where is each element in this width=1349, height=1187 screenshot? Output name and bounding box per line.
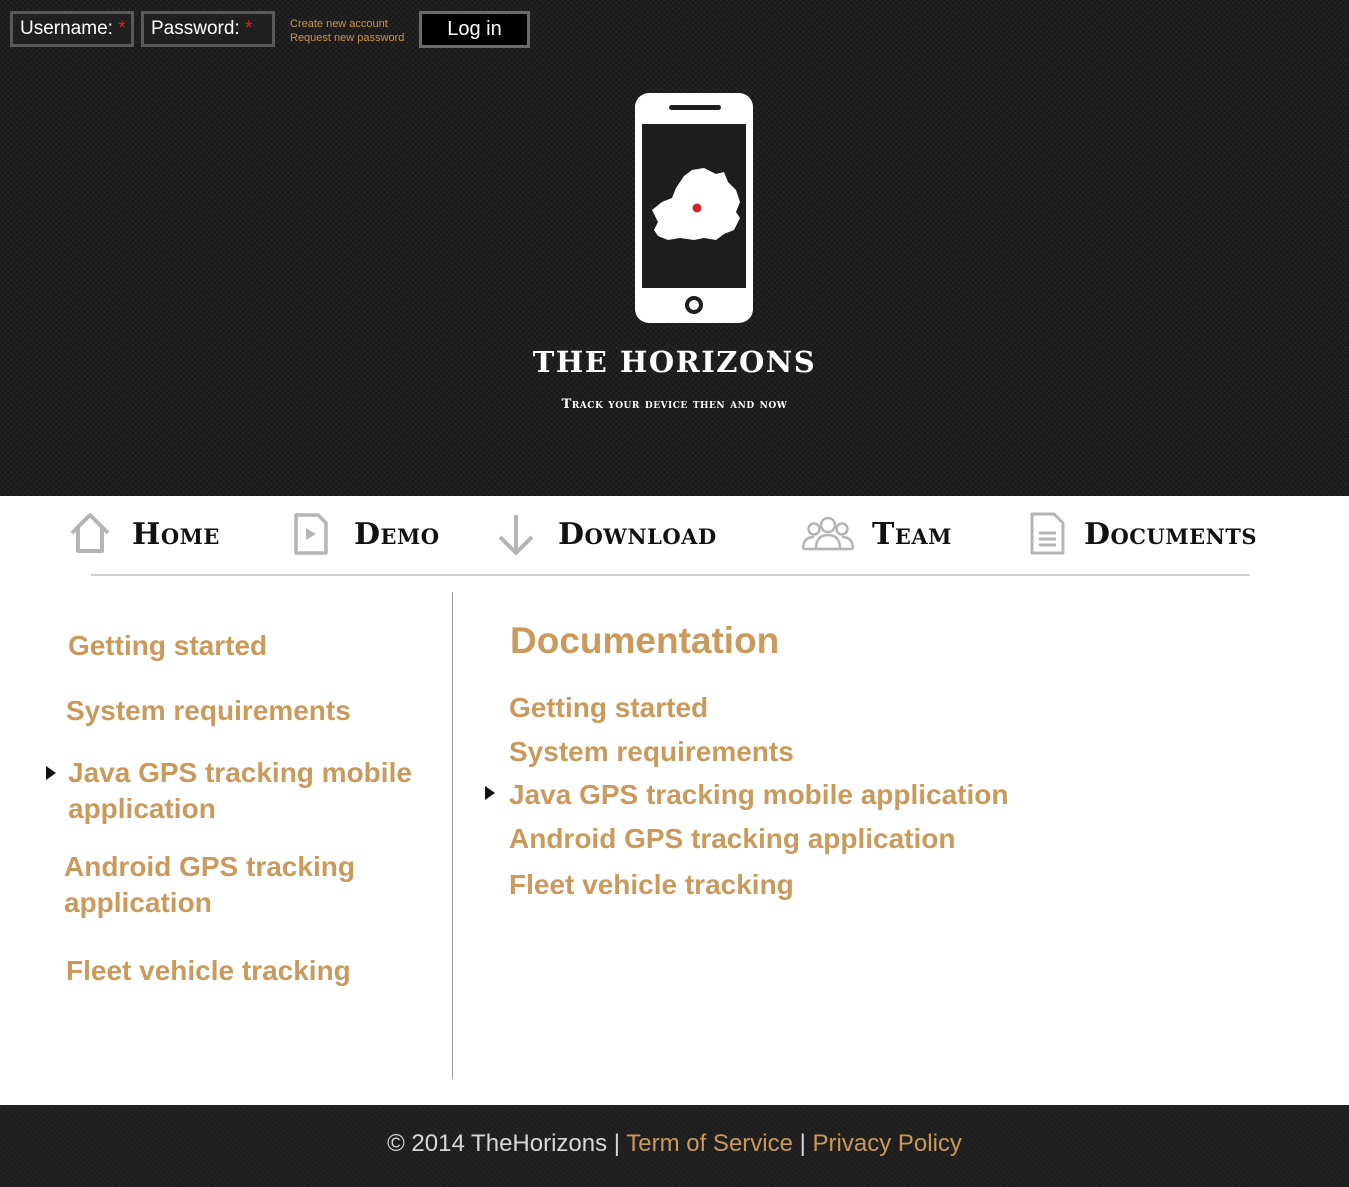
required-marker: * xyxy=(118,18,126,39)
site-footer: © 2014 TheHorizons | Term of Service | P… xyxy=(0,1105,1349,1187)
nav-item-team[interactable]: Team xyxy=(800,510,952,558)
nav-label: Team xyxy=(872,516,952,552)
password-input[interactable]: Password: * xyxy=(141,11,275,47)
nav-label: Home xyxy=(132,516,220,552)
sidebar-link-label: Java GPS tracking mobile xyxy=(68,757,412,788)
copyright-text: © 2014 TheHorizons xyxy=(387,1130,608,1157)
team-people-icon xyxy=(801,516,855,551)
site-header: Username: * Password: * Create new accou… xyxy=(0,0,1349,496)
doc-link-system-requirements[interactable]: System requirements xyxy=(509,734,794,770)
username-input[interactable]: Username: * xyxy=(10,11,134,47)
account-links: Create new account Request new password xyxy=(290,17,404,45)
sidebar-divider xyxy=(452,592,453,1079)
page-title: Documentation xyxy=(510,620,780,661)
required-marker: * xyxy=(244,18,253,39)
play-document-icon xyxy=(294,513,328,555)
sidebar-link-system-requirements[interactable]: System requirements xyxy=(66,693,351,729)
sidebar-link-label-line2: application xyxy=(68,793,216,824)
active-bullet-icon xyxy=(485,786,495,800)
doc-link-java-gps[interactable]: Java GPS tracking mobile application xyxy=(509,777,1009,813)
terms-of-service-link[interactable]: Term of Service xyxy=(626,1130,793,1157)
nav-item-download[interactable]: Download xyxy=(494,510,717,558)
doc-link-fleet-vehicle[interactable]: Fleet vehicle tracking xyxy=(509,867,794,903)
sidebar: Getting started System requirements Java… xyxy=(0,592,452,1080)
sidebar-link-fleet-vehicle[interactable]: Fleet vehicle tracking xyxy=(66,953,351,989)
nav-item-documents[interactable]: Documents xyxy=(1028,510,1257,558)
login-button[interactable]: Log in xyxy=(419,11,530,48)
main-nav: Home Demo Download Team Documents xyxy=(0,496,1349,576)
site-title: THE HORIZONS xyxy=(532,345,817,379)
create-account-link[interactable]: Create new account xyxy=(290,17,404,31)
document-icon xyxy=(1030,512,1065,555)
footer-separator: | xyxy=(613,1130,621,1157)
home-icon xyxy=(70,513,110,553)
request-password-link[interactable]: Request new password xyxy=(290,31,404,45)
sidebar-link-java-gps[interactable]: Java GPS tracking mobile application xyxy=(68,755,412,827)
nav-item-home[interactable]: Home xyxy=(68,510,220,558)
download-arrow-icon xyxy=(498,515,534,555)
sidebar-link-label: Getting started xyxy=(68,630,268,661)
phone-map-logo xyxy=(635,93,753,323)
sidebar-link-label-line2: application xyxy=(64,887,212,918)
nav-label: Documents xyxy=(1084,516,1258,552)
footer-separator: | xyxy=(799,1130,806,1157)
sidebar-link-label: Android GPS tracking xyxy=(64,851,355,882)
sidebar-link-android-gps[interactable]: Android GPS tracking application xyxy=(64,849,355,921)
username-label: Username: xyxy=(20,18,113,39)
doc-link-android-gps[interactable]: Android GPS tracking application xyxy=(509,821,956,857)
privacy-policy-link[interactable]: Privacy Policy xyxy=(813,1130,962,1157)
nav-label: Download xyxy=(558,516,717,552)
nav-divider xyxy=(91,574,1250,576)
nav-item-demo[interactable]: Demo xyxy=(290,510,440,558)
doc-link-getting-started[interactable]: Getting started xyxy=(509,690,708,726)
password-label: Password: xyxy=(151,18,240,39)
sidebar-link-getting-started[interactable]: Getting started xyxy=(68,628,267,664)
site-tagline: Track your device then and now xyxy=(561,397,788,412)
sidebar-link-label: Fleet vehicle tracking xyxy=(66,955,351,986)
active-bullet-icon xyxy=(46,766,56,780)
nav-label: Demo xyxy=(354,516,440,552)
sidebar-link-label: System requirements xyxy=(66,695,351,726)
